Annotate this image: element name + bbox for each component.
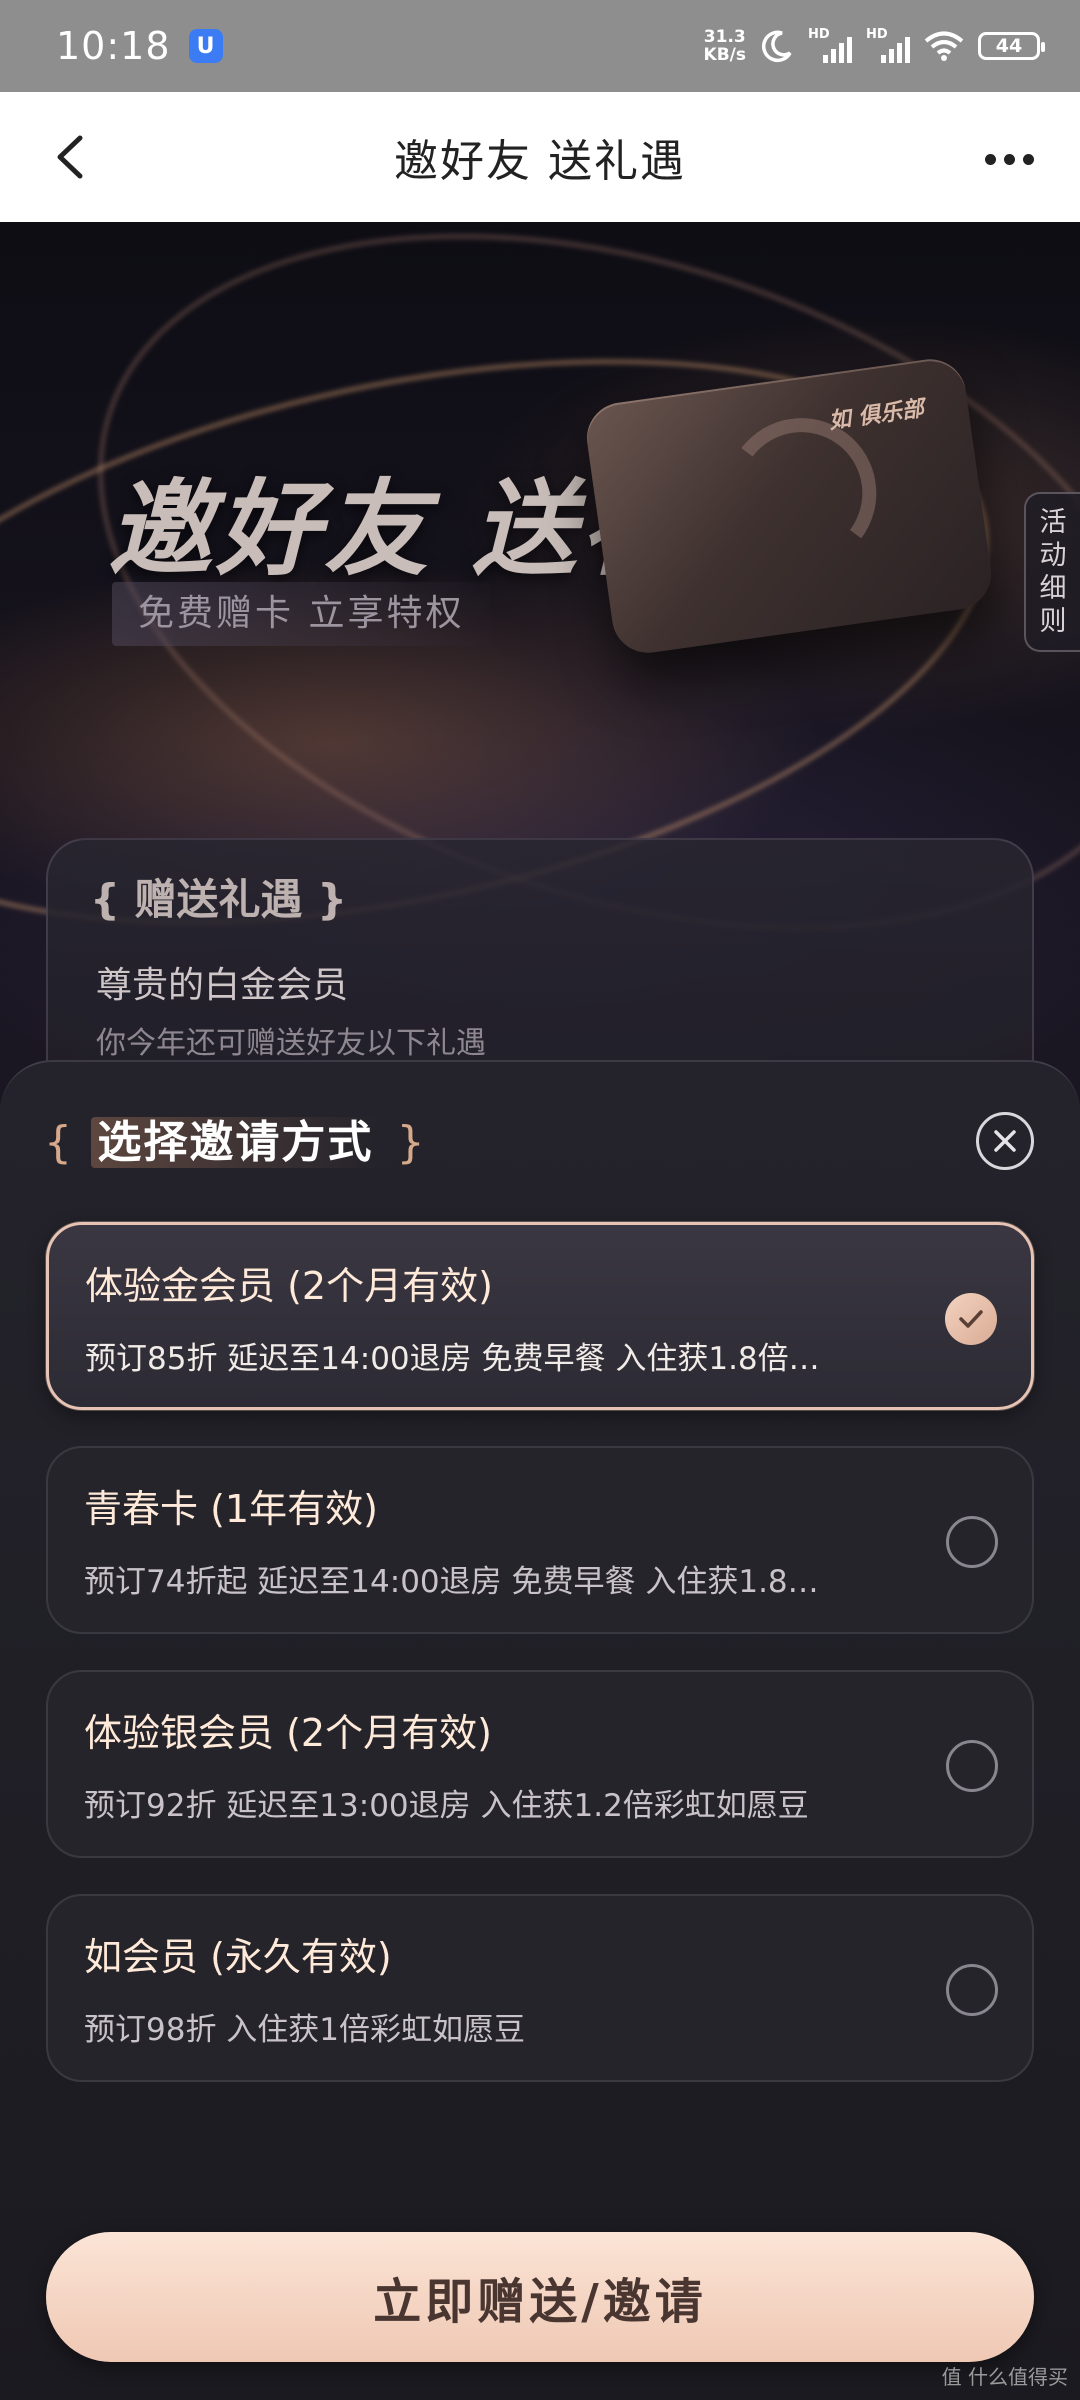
battery-icon: 44 xyxy=(978,32,1045,60)
sheet-title-text: 选择邀请方式 xyxy=(91,1117,380,1168)
check-icon xyxy=(959,1310,983,1328)
option-desc: 预订92折 延迟至13:00退房 入住获1.2倍彩虹如愿豆 xyxy=(84,1788,809,1824)
bracket-close: } xyxy=(396,1117,427,1168)
option-silver-trial[interactable]: 体验银会员 (2个月有效) 预订92折 延迟至13:00退房 入住获1.2倍彩虹… xyxy=(46,1670,1034,1858)
rules-char: 细 xyxy=(1039,573,1067,604)
option-gold-trial[interactable]: 体验金会员 (2个月有效) 预订85折 延迟至14:00退房 免费早餐 入住获1… xyxy=(46,1222,1034,1410)
net-speed-unit: KB/s xyxy=(703,45,746,65)
option-desc: 预订98折 入住获1倍彩虹如愿豆 xyxy=(84,2012,526,2048)
rules-char: 动 xyxy=(1039,540,1067,571)
status-icons: 31.3 KB/s HD HD 44 xyxy=(704,27,1045,64)
rules-char: 活 xyxy=(1039,507,1067,538)
net-speed-value: 31.3 xyxy=(703,27,746,47)
page-title: 邀好友 送礼遇 xyxy=(394,136,686,187)
net-speed: 31.3 KB/s xyxy=(704,28,746,64)
page: 10:18 U 31.3 KB/s HD HD 44 邀好友 送礼遇 邀好友 送… xyxy=(0,0,1080,2400)
option-desc: 预订74折起 延迟至14:00退房 免费早餐 入住获1.8… xyxy=(84,1564,819,1600)
radio-checked[interactable] xyxy=(945,1293,997,1345)
invite-options-list: 体验金会员 (2个月有效) 预订85折 延迟至14:00退房 免费早餐 入住获1… xyxy=(46,1222,1034,2118)
bracket-open: { xyxy=(44,1117,74,1168)
option-title: 如会员 (永久有效) xyxy=(84,1935,392,1979)
back-arrow-icon[interactable] xyxy=(44,130,98,184)
radio-unchecked[interactable] xyxy=(946,1516,998,1568)
gift-remaining-text: 你今年还可赠送好友以下礼遇 xyxy=(96,1026,486,1061)
card-logo: 如 俱乐部 xyxy=(827,396,926,435)
send-invite-button[interactable]: 立即赠送/邀请 xyxy=(46,2232,1034,2362)
radio-unchecked[interactable] xyxy=(946,1964,998,2016)
invite-method-sheet: { 选择邀请方式 } 体验金会员 (2个月有效) 预订85折 延迟至14:00退… xyxy=(0,1060,1080,2400)
option-youth-card[interactable]: 青春卡 (1年有效) 预订74折起 延迟至14:00退房 免费早餐 入住获1.8… xyxy=(46,1446,1034,1634)
option-basic-member[interactable]: 如会员 (永久有效) 预订98折 入住获1倍彩虹如愿豆 xyxy=(46,1894,1034,2082)
signal-icon-2: HD xyxy=(866,27,910,63)
close-icon xyxy=(994,1130,1016,1152)
moon-icon xyxy=(761,30,792,63)
status-bar: 10:18 U 31.3 KB/s HD HD 44 xyxy=(0,0,1080,92)
wifi-icon xyxy=(924,31,964,61)
sheet-title: { 选择邀请方式 } xyxy=(44,1106,427,1170)
activity-rules-tab[interactable]: 活 动 细 则 xyxy=(1024,492,1080,652)
membership-card-image: 如 俱乐部 xyxy=(582,354,996,658)
watermark: 值 什么值得买 xyxy=(941,2365,1068,2389)
option-title: 体验金会员 (2个月有效) xyxy=(85,1264,493,1308)
member-level: 尊贵的白金会员 xyxy=(96,965,349,1006)
status-time: 10:18 xyxy=(56,24,171,68)
hero-subtitle: 免费赠卡 立享特权 xyxy=(112,582,491,646)
option-title: 体验银会员 (2个月有效) xyxy=(84,1711,492,1755)
close-button[interactable] xyxy=(976,1112,1034,1170)
radio-unchecked[interactable] xyxy=(946,1740,998,1792)
option-desc: 预订85折 延迟至14:00退房 免费早餐 入住获1.8倍… xyxy=(85,1341,820,1377)
more-menu-icon[interactable] xyxy=(985,154,1034,165)
rules-char: 则 xyxy=(1039,606,1067,637)
option-title: 青春卡 (1年有效) xyxy=(84,1487,378,1531)
nav-bar: 邀好友 送礼遇 xyxy=(0,92,1080,222)
card-logo-swoosh xyxy=(716,408,887,578)
gift-panel-title: { 赠送礼遇 } xyxy=(90,875,348,924)
battery-level: 44 xyxy=(995,35,1023,57)
app-notification-icon: U xyxy=(188,29,223,63)
signal-icon-1: HD xyxy=(808,27,852,63)
